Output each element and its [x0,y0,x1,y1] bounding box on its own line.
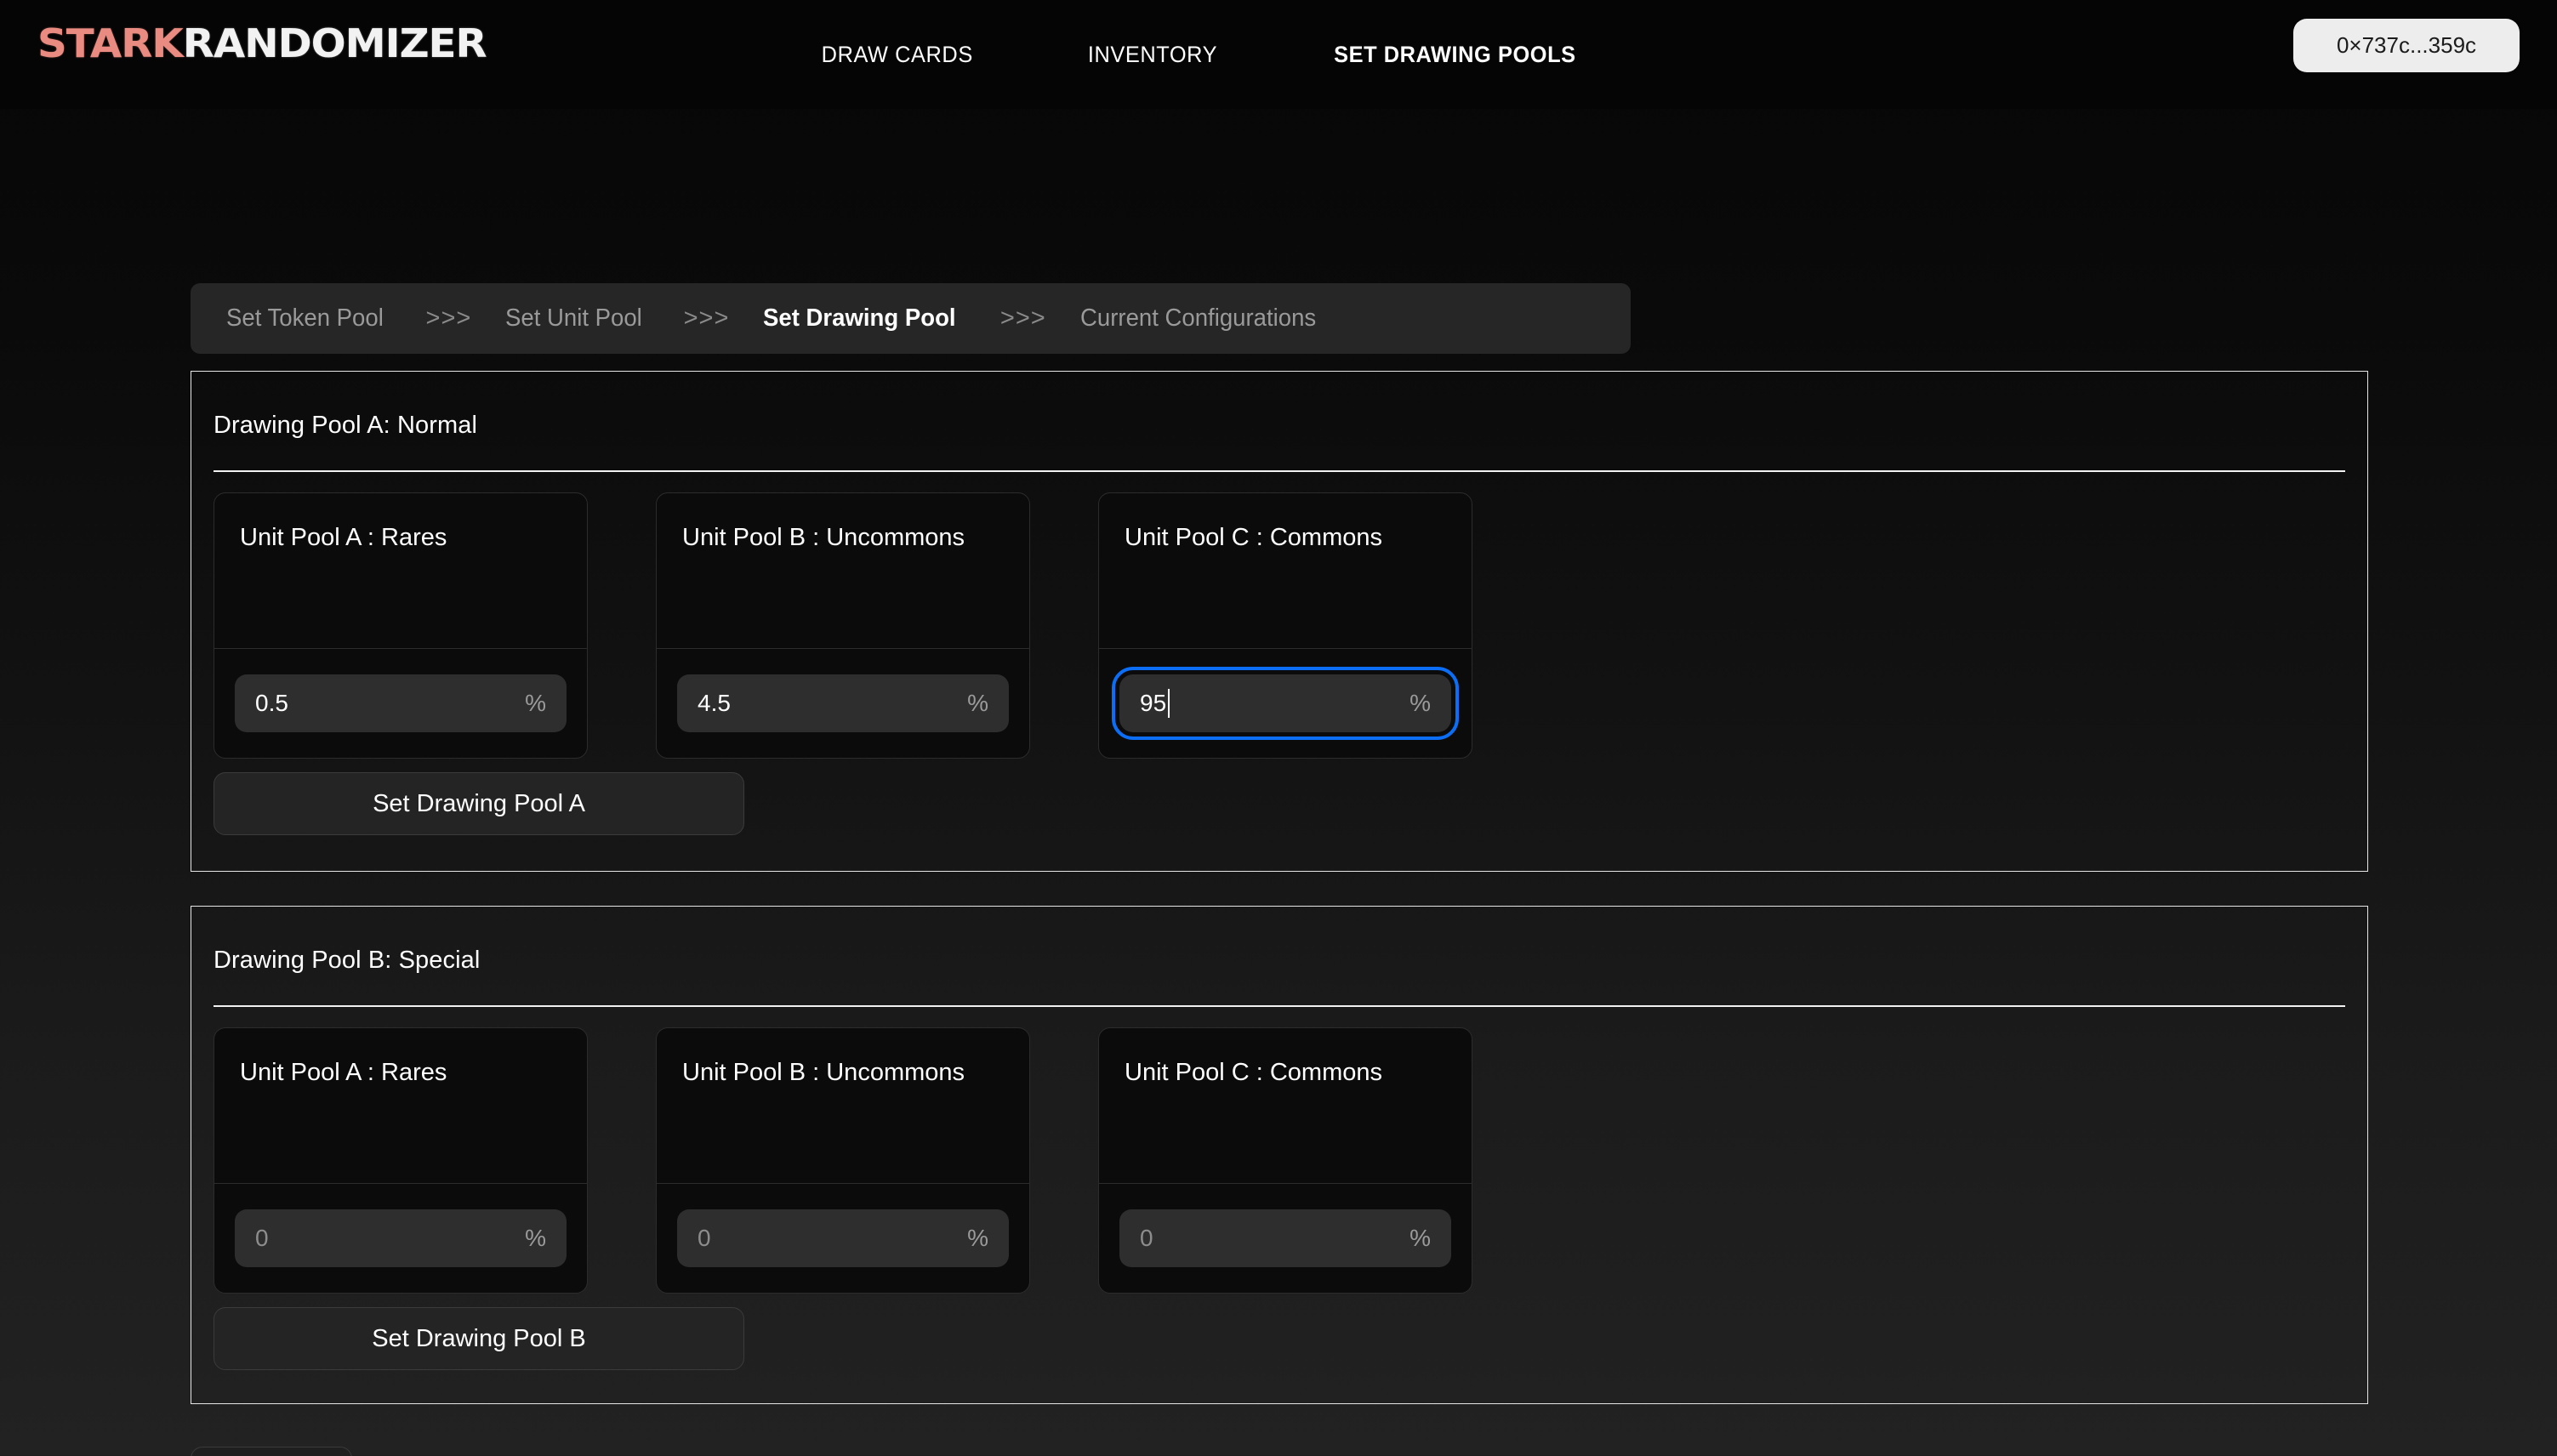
drawing-pool-b-panel: Drawing Pool B: Special Unit Pool A : Ra… [191,906,2368,1404]
drawing-pool-a-panel: Drawing Pool A: Normal Unit Pool A : Rar… [191,371,2368,872]
text-cursor [1168,689,1170,718]
percent-suffix: % [1409,690,1431,716]
unit-pool-a-percent-input[interactable]: 0.5 % [235,674,567,732]
unit-pool-c-title: Unit Pool C : Commons [1125,1059,1382,1086]
percent-suffix: % [525,1225,546,1251]
percent-suffix: % [525,690,546,716]
main-nav: DRAW CARDS INVENTORY SET DRAWING POOLS [817,0,1584,109]
next-button[interactable]: NEXT [191,1447,352,1456]
unit-pool-c-percent-value: 0 [1140,1225,1153,1251]
app-logo[interactable]: STARKRANDOMIZER [37,24,487,63]
breadcrumb-separator-3: >>> [999,304,1046,332]
unit-pool-a-title: Unit Pool A : Rares [240,1059,447,1086]
unit-pool-b-percent-value: 4.5 [698,690,731,716]
unit-pool-b-title: Unit Pool B : Uncommons [682,524,965,551]
unit-pool-b-card-body: 4.5 % [657,649,1029,758]
unit-pool-c-card-body: 95 % [1099,649,1472,758]
unit-pool-b-card: Unit Pool B : Uncommons 0 % [656,1027,1030,1294]
unit-pool-b-card-body: 0 % [657,1184,1029,1293]
app-header: STARKRANDOMIZER DRAW CARDS INVENTORY SET… [0,0,2557,109]
unit-pool-c-percent-input[interactable]: 0 % [1119,1209,1451,1267]
unit-pool-a-card-body: 0 % [214,1184,587,1293]
breadcrumb-step-set-drawing-pool[interactable]: Set Drawing Pool [763,304,956,333]
unit-pool-b-percent-input[interactable]: 0 % [677,1209,1009,1267]
breadcrumb-step-set-token-pool[interactable]: Set Token Pool [226,304,384,333]
set-drawing-pool-a-button[interactable]: Set Drawing Pool A [214,772,744,835]
percent-suffix: % [967,1225,988,1251]
drawing-pool-a-title: Drawing Pool A: Normal [214,412,478,439]
unit-pool-a-card-head: Unit Pool A : Rares [214,493,587,648]
breadcrumb-step-current-configurations[interactable]: Current Configurations [1080,304,1316,333]
unit-pool-b-card: Unit Pool B : Uncommons 4.5 % [656,492,1030,759]
breadcrumb-step-set-unit-pool[interactable]: Set Unit Pool [505,304,642,333]
unit-pool-c-percent-value: 95 [1140,690,1167,716]
unit-pool-c-card: Unit Pool C : Commons 0 % [1098,1027,1472,1294]
logo-text-randomizer: RANDOMIZER [182,20,487,66]
unit-pool-c-card-head: Unit Pool C : Commons [1099,1028,1472,1183]
unit-pool-a-card: Unit Pool A : Rares 0 % [214,1027,588,1294]
unit-pool-c-card: Unit Pool C : Commons 95 % [1098,492,1472,759]
wallet-address-button[interactable]: 0×737c...359c [2293,19,2520,72]
unit-pool-a-percent-value: 0 [255,1225,269,1251]
unit-pool-a-percent-input[interactable]: 0 % [235,1209,567,1267]
breadcrumb: Set Token Pool >>> Set Unit Pool >>> Set… [191,283,1631,354]
unit-pool-c-card-body: 0 % [1099,1184,1472,1293]
unit-pool-b-card-head: Unit Pool B : Uncommons [657,1028,1029,1183]
drawing-pool-b-title: Drawing Pool B: Special [214,947,481,974]
unit-pool-a-card: Unit Pool A : Rares 0.5 % [214,492,588,759]
percent-suffix: % [967,690,988,716]
breadcrumb-separator-2: >>> [683,304,730,332]
set-drawing-pool-b-button[interactable]: Set Drawing Pool B [214,1307,744,1370]
breadcrumb-separator-1: >>> [425,304,472,332]
unit-pool-c-percent-input[interactable]: 95 % [1112,667,1459,740]
unit-pool-b-percent-value: 0 [698,1225,711,1251]
percent-suffix: % [1409,1225,1431,1251]
unit-pool-a-percent-value: 0.5 [255,690,288,716]
nav-item-set-drawing-pools[interactable]: SET DRAWING POOLS [1335,42,1577,68]
nav-item-inventory[interactable]: INVENTORY [1087,42,1216,68]
logo-text-stark: STARK [37,20,184,66]
drawing-pool-a-cards: Unit Pool A : Rares 0.5 % Unit Pool B : … [191,472,2367,759]
unit-pool-a-title: Unit Pool A : Rares [240,524,447,551]
unit-pool-c-card-head: Unit Pool C : Commons [1099,493,1472,648]
unit-pool-a-card-body: 0.5 % [214,649,587,758]
unit-pool-b-card-head: Unit Pool B : Uncommons [657,493,1029,648]
nav-item-draw-cards[interactable]: DRAW CARDS [822,42,973,68]
unit-pool-a-card-head: Unit Pool A : Rares [214,1028,587,1183]
unit-pool-c-title: Unit Pool C : Commons [1125,524,1382,551]
unit-pool-b-title: Unit Pool B : Uncommons [682,1059,965,1086]
drawing-pool-b-cards: Unit Pool A : Rares 0 % Unit Pool B : Un… [191,1007,2367,1294]
unit-pool-b-percent-input[interactable]: 4.5 % [677,674,1009,732]
